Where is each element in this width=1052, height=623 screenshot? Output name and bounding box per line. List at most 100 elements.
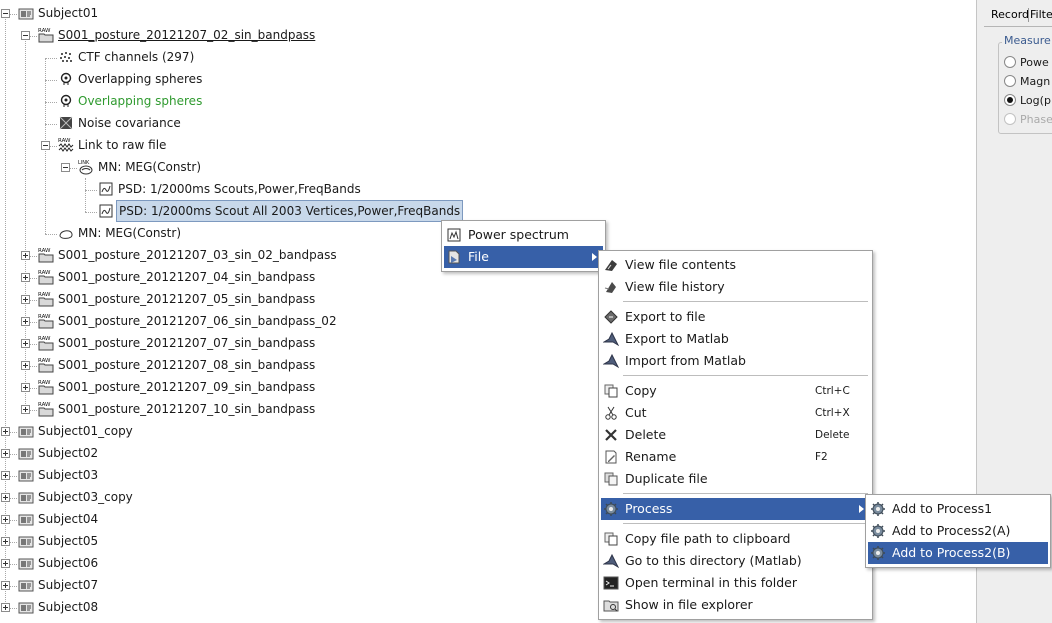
- menu-item-add-to-process1[interactable]: Add to Process1: [868, 498, 1048, 520]
- tree-node[interactable]: CTF channels (297): [0, 47, 700, 67]
- tree-node[interactable]: Subject02: [0, 443, 700, 463]
- tree-node-label: CTF channels (297): [78, 50, 195, 64]
- tree-node-label: MN: MEG(Constr): [98, 160, 202, 174]
- radio-button[interactable]: [1004, 56, 1016, 68]
- tree-node[interactable]: Subject03_copy: [0, 487, 700, 507]
- raw-folder-icon: RAW: [38, 401, 54, 417]
- tree-node[interactable]: RAW S001_posture_20121207_07_sin_bandpass: [0, 333, 700, 353]
- tab-underline: [984, 26, 1052, 27]
- menu-item-view-file-contents[interactable]: View file contents: [601, 254, 870, 276]
- raw-folder-icon: RAW: [38, 335, 54, 351]
- tree-node[interactable]: RAW S001_posture_20121207_06_sin_bandpass…: [0, 311, 700, 331]
- menu-item-import-from-matlab[interactable]: Import from Matlab: [601, 350, 870, 372]
- tree-node[interactable]: Subject06: [0, 553, 700, 573]
- tree-node[interactable]: RAW S001_posture_20121207_10_sin_bandpass: [0, 399, 700, 419]
- measure-option[interactable]: Magn: [1004, 73, 1050, 91]
- menu-item-go-to-this-directory-matlab[interactable]: Go to this directory (Matlab): [601, 550, 870, 572]
- measure-option[interactable]: Powe: [1004, 54, 1049, 72]
- radio-button[interactable]: [1004, 94, 1016, 106]
- expand-toggle-icon[interactable]: [1, 515, 10, 524]
- menu-item-add-to-process2-b[interactable]: Add to Process2(B): [868, 542, 1048, 564]
- tree-node[interactable]: RAW S001_posture_20121207_09_sin_bandpass: [0, 377, 700, 397]
- tree-node[interactable]: Subject07: [0, 575, 700, 595]
- menu-item-process[interactable]: Process: [601, 498, 870, 520]
- tree-node[interactable]: PSD: 1/2000ms Scout All 2003 Vertices,Po…: [0, 200, 700, 222]
- subject-icon: [18, 555, 34, 571]
- menu-item-export-to-matlab[interactable]: Export to Matlab: [601, 328, 870, 350]
- menu-item-label: Add to Process2(A): [892, 523, 1011, 538]
- expand-toggle-icon[interactable]: [1, 537, 10, 546]
- menu-item-open-terminal-in-this-folder[interactable]: Open terminal in this folder: [601, 572, 870, 594]
- expand-toggle-icon[interactable]: [21, 273, 30, 282]
- expand-toggle-icon[interactable]: [21, 251, 30, 260]
- menu-item-file[interactable]: File: [444, 246, 603, 268]
- tree-node-label: PSD: 1/2000ms Scout All 2003 Vertices,Po…: [116, 200, 464, 222]
- tree-node[interactable]: PSD: 1/2000ms Scouts,Power,FreqBands: [0, 179, 700, 199]
- gear-icon: [603, 501, 619, 517]
- radio-button[interactable]: [1004, 75, 1016, 87]
- menu-item-add-to-process2-a[interactable]: Add to Process2(A): [868, 520, 1048, 542]
- tree-node[interactable]: LINK MN: MEG(Constr): [0, 157, 700, 177]
- measure-option-label: Powe: [1020, 56, 1049, 69]
- menu-item-label: Add to Process1: [892, 501, 993, 516]
- duplicate-icon: [603, 471, 619, 487]
- menu-item-view-file-history[interactable]: View file history: [601, 276, 870, 298]
- tree-node[interactable]: Subject03: [0, 465, 700, 485]
- tree-node[interactable]: RAW S001_posture_20121207_05_sin_bandpass: [0, 289, 700, 309]
- menu-item-export-to-file[interactable]: Export to file: [601, 306, 870, 328]
- tree-node-label: Subject04: [38, 512, 99, 526]
- tree-node[interactable]: Subject04: [0, 509, 700, 529]
- menu-item-label: Show in file explorer: [625, 597, 753, 612]
- submenu-arrow-icon: [592, 253, 597, 261]
- menu-item-power-spectrum[interactable]: Power spectrum: [444, 224, 603, 246]
- matlab-icon: [602, 353, 620, 369]
- expand-toggle-icon[interactable]: [1, 581, 10, 590]
- gear-icon: [870, 545, 886, 561]
- menu-item-duplicate-file[interactable]: Duplicate file: [601, 468, 870, 490]
- tree-node[interactable]: Overlapping spheres: [0, 69, 700, 89]
- menu-item-copy-file-path-to-clipboard[interactable]: Copy file path to clipboard: [601, 528, 870, 550]
- menu-item-cut[interactable]: Cut Ctrl+X: [601, 402, 870, 424]
- measure-option: Phase: [1004, 111, 1052, 129]
- tree-node[interactable]: Noise covariance: [0, 113, 700, 133]
- tree-node[interactable]: Subject05: [0, 531, 700, 551]
- collapse-toggle-icon[interactable]: [61, 163, 70, 172]
- tree-node[interactable]: Overlapping spheres: [0, 91, 700, 111]
- svg-text:LINK: LINK: [78, 160, 90, 166]
- tree-node[interactable]: Subject08: [0, 597, 700, 617]
- tree-node[interactable]: RAW Link to raw file: [0, 135, 700, 155]
- measure-option[interactable]: Log(p: [1004, 92, 1051, 110]
- tree-node-label: Subject08: [38, 600, 99, 614]
- expand-toggle-icon[interactable]: [21, 317, 30, 326]
- expand-toggle-icon[interactable]: [1, 449, 10, 458]
- expand-toggle-icon[interactable]: [1, 427, 10, 436]
- tree-node[interactable]: Subject01_copy: [0, 421, 700, 441]
- tree-node-label: S001_posture_20121207_02_sin_bandpass: [58, 28, 316, 42]
- tree-node[interactable]: RAW S001_posture_20121207_08_sin_bandpass: [0, 355, 700, 375]
- menu-item-show-in-file-explorer[interactable]: Show in file explorer: [601, 594, 870, 616]
- tree-node[interactable]: Subject01: [0, 3, 700, 23]
- collapse-toggle-icon[interactable]: [1, 9, 10, 18]
- collapse-toggle-icon[interactable]: [21, 31, 30, 40]
- tree-node[interactable]: RAW S001_posture_20121207_02_sin_bandpass: [0, 25, 700, 45]
- svg-text:RAW: RAW: [38, 28, 51, 34]
- expand-toggle-icon[interactable]: [21, 339, 30, 348]
- expand-toggle-icon[interactable]: [21, 295, 30, 304]
- expand-toggle-icon[interactable]: [1, 471, 10, 480]
- expand-toggle-icon[interactable]: [1, 493, 10, 502]
- expand-toggle-icon[interactable]: [21, 383, 30, 392]
- expand-toggle-icon[interactable]: [21, 405, 30, 414]
- menu-item-rename[interactable]: Rename F2: [601, 446, 870, 468]
- svg-text:RAW: RAW: [38, 358, 51, 364]
- tab-separator: [1028, 8, 1029, 22]
- expand-toggle-icon[interactable]: [21, 361, 30, 370]
- collapse-toggle-icon[interactable]: [41, 141, 50, 150]
- raw-folder-icon: RAW: [38, 247, 54, 263]
- expand-toggle-icon[interactable]: [1, 603, 10, 612]
- menu-item-copy[interactable]: Copy Ctrl+C: [601, 380, 870, 402]
- tab-record[interactable]: Record: [991, 5, 1029, 25]
- raw-folder-icon: RAW: [38, 357, 54, 373]
- menu-item-delete[interactable]: Delete Delete: [601, 424, 870, 446]
- expand-toggle-icon[interactable]: [1, 559, 10, 568]
- tab-filte[interactable]: Filte: [1030, 5, 1052, 25]
